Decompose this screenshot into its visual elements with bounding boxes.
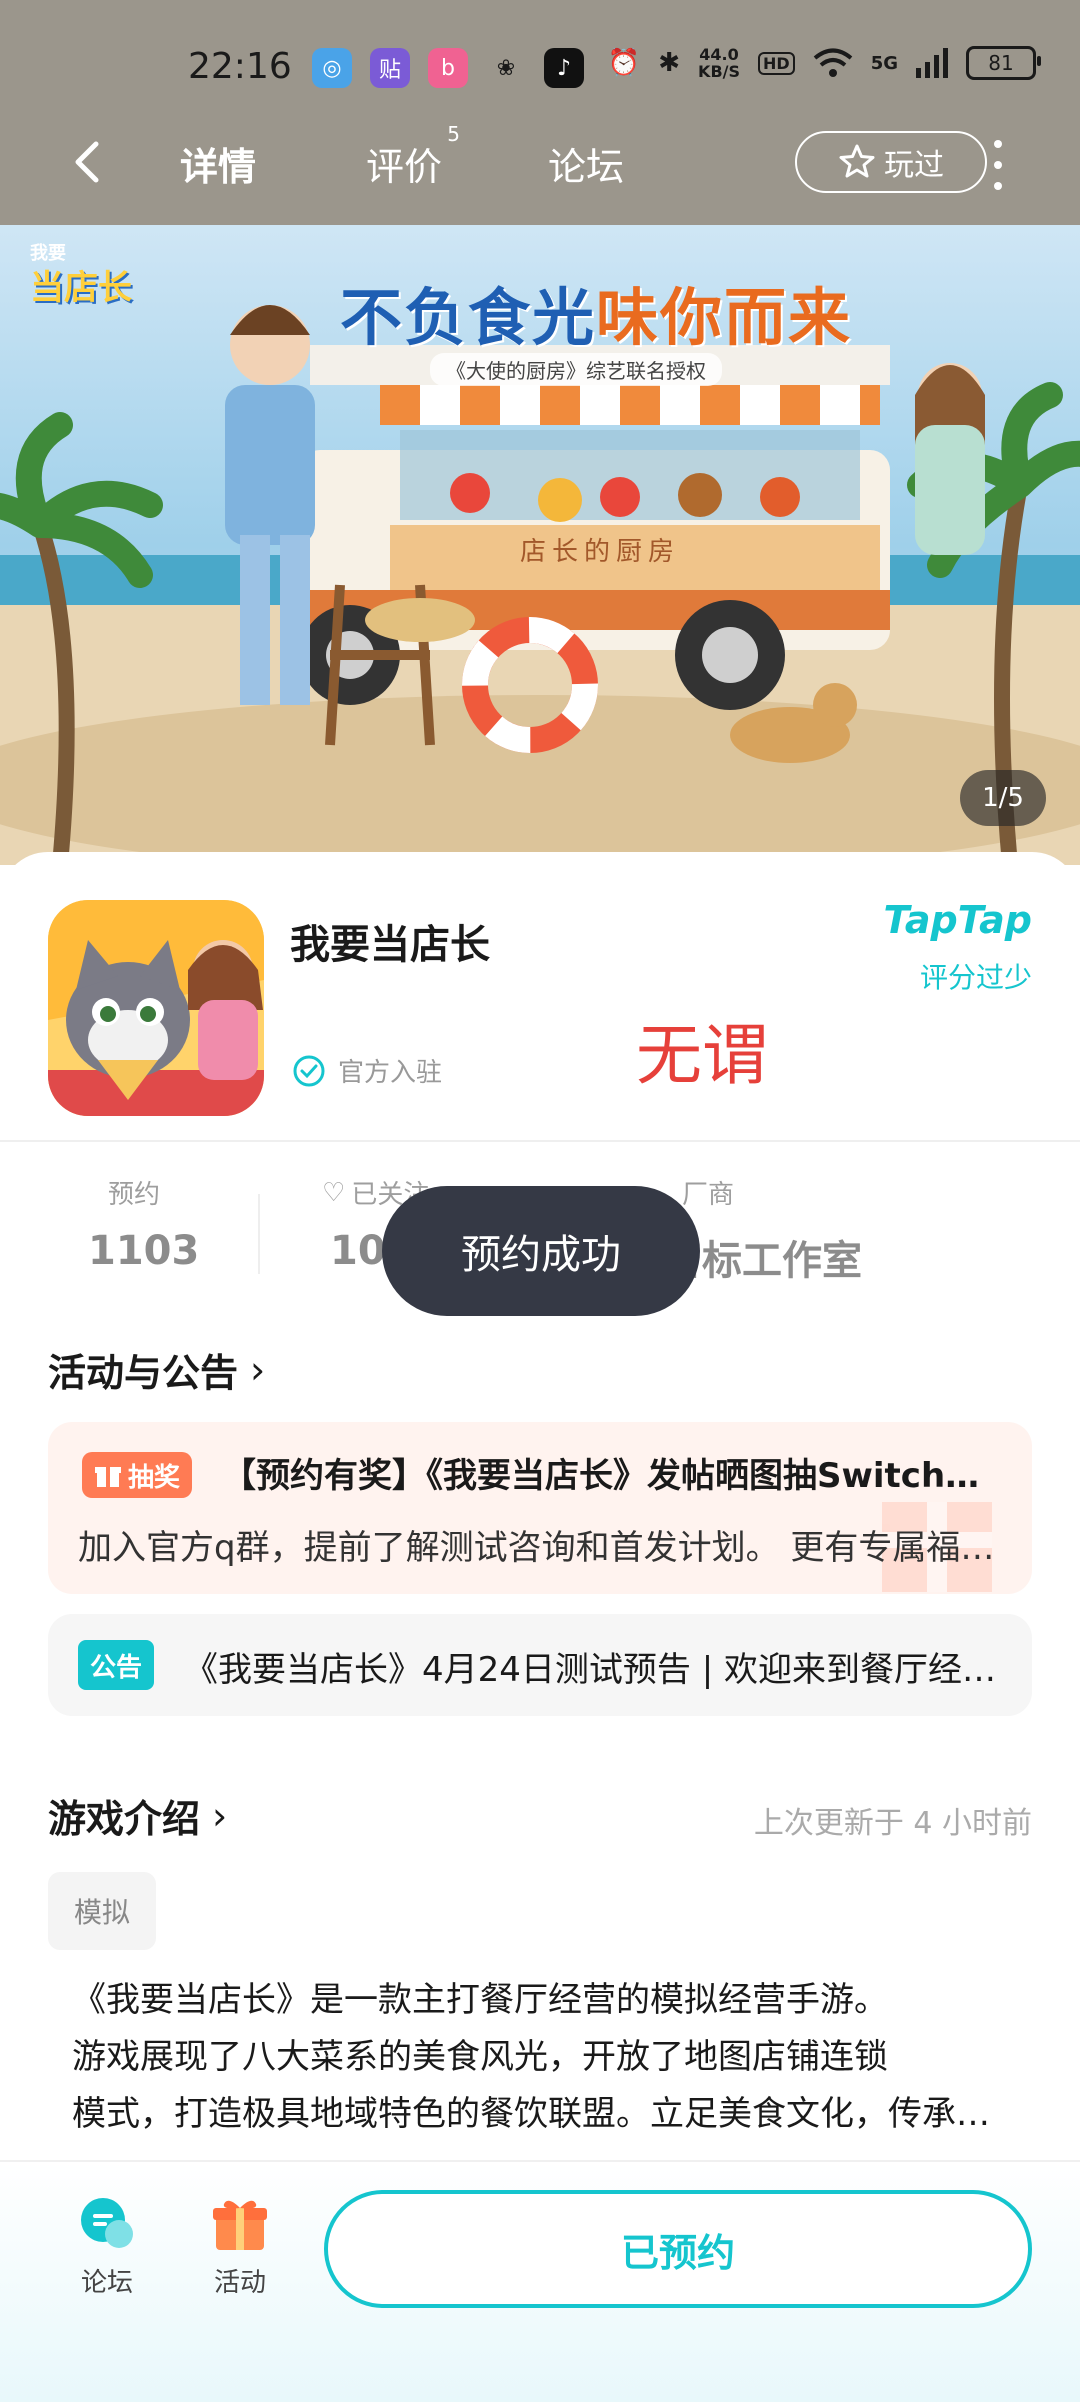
forum-chat-icon xyxy=(81,2198,133,2248)
played-button[interactable]: 玩过 xyxy=(795,131,987,193)
paw-app-icon: ❀ xyxy=(496,55,516,81)
network-speed: 44.0 KB/S xyxy=(698,45,741,81)
signal-icon xyxy=(916,48,948,78)
game-title: 我要当店长 xyxy=(290,922,490,968)
tab-reviews[interactable]: 评价 5 xyxy=(366,122,460,191)
gift-icon xyxy=(95,1467,121,1487)
bluetooth-icon: ✱ xyxy=(658,48,681,78)
tiktok-app-icon: ♪ xyxy=(544,48,584,88)
truck-sign: 店长的厨房 xyxy=(520,537,681,567)
game-description[interactable]: 《我要当店长》是一款主打餐厅经营的模拟经营手游。 游戏展现了八大菜系的美食风光，… xyxy=(72,1972,1012,2143)
chevron-right-icon: › xyxy=(250,1347,266,1392)
tab-forum[interactable]: 论坛 xyxy=(548,136,624,191)
top-nav: 详情 评价 5 论坛 玩过 xyxy=(0,120,1080,210)
stat-separator xyxy=(258,1194,260,1274)
notification-icons: ◎ 贴 b ❀ ♪ xyxy=(312,48,584,88)
alarm-icon: ⏰ xyxy=(607,48,641,78)
star-plus-icon xyxy=(839,144,875,178)
status-time: 22:16 xyxy=(188,46,292,87)
gift-box-icon xyxy=(213,2200,267,2250)
banner-title: 不负食光味你而来 xyxy=(340,281,853,354)
banner-subtitle: 《大使的厨房》综艺联名授权 xyxy=(430,353,722,386)
bilibili-app-icon: b xyxy=(428,48,468,88)
stat-reservations-label: 预约 xyxy=(108,1180,161,1210)
description-line: 《我要当店长》是一款主打餐厅经营的模拟经营手游。 xyxy=(72,1980,888,2020)
heart-icon: ♡ xyxy=(322,1177,346,1208)
last-updated: 上次更新于 4 小时前 xyxy=(753,1806,1032,1841)
description-line: 游戏展现了八大菜系的美食风光，开放了地图店铺连锁 xyxy=(72,2037,888,2077)
signal-label: 5G xyxy=(870,52,898,74)
chevron-right-icon: › xyxy=(212,1793,228,1838)
activities-title: 活动与公告 xyxy=(48,1351,239,1395)
rating-note[interactable]: 评分过少 xyxy=(920,956,1032,996)
reserved-button[interactable]: 已预约 xyxy=(324,2190,1032,2308)
tieba-app-icon: 贴 xyxy=(370,48,410,88)
bottom-activity-button[interactable]: 活动 xyxy=(185,2194,295,2299)
banner-game-logo: 我要 当店长 xyxy=(30,243,132,308)
lottery-title: 【预约有奖】《我要当店长》发帖晒图抽Switch、周边等好礼 xyxy=(222,1456,1012,1496)
tab-details[interactable]: 详情 xyxy=(180,136,256,191)
battery-icon: 81 xyxy=(966,46,1041,80)
toast-message: 预约成功 xyxy=(382,1186,700,1316)
hero-banner[interactable]: 我要 当店长 不负食光味你而来 《大使的厨房》综艺联名授权 店长的厨房 1/5 xyxy=(0,225,1080,865)
notice-card[interactable]: 公告 《我要当店长》4月24日测试预告 | 欢迎来到餐厅经营的世界 xyxy=(48,1614,1032,1716)
genre-tag[interactable]: 模拟 xyxy=(48,1872,157,1950)
official-label: 官方入驻 xyxy=(338,1058,443,1088)
taptap-logo: TapTap xyxy=(883,898,1032,942)
played-label: 玩过 xyxy=(884,148,944,183)
back-arrow-icon[interactable] xyxy=(60,132,120,192)
stat-developer-label: 厂商 xyxy=(682,1180,735,1210)
status-indicators: ⏰ ✱ 44.0 KB/S HD 5G 81 xyxy=(607,45,1041,81)
bottom-forum-button[interactable]: 论坛 xyxy=(52,2194,162,2299)
stat-reservations-value: 1103 xyxy=(88,1228,200,1274)
headset-app-icon: ◎ xyxy=(312,48,352,88)
review-count-badge: 5 xyxy=(447,122,461,146)
intro-section-header[interactable]: 游戏介绍 › xyxy=(48,1788,227,1843)
lottery-description: 加入官方q群，提前了解测试咨询和首发计划。 更有专属福利等你来拿 xyxy=(78,1528,1008,1568)
hd-icon: HD xyxy=(758,51,795,75)
intro-title: 游戏介绍 xyxy=(48,1797,201,1841)
lottery-badge: 抽奖 xyxy=(82,1452,193,1498)
activities-section-header[interactable]: 活动与公告 › xyxy=(48,1342,265,1397)
game-app-icon xyxy=(48,900,264,1116)
verified-check-icon xyxy=(293,1055,325,1086)
notice-badge: 公告 xyxy=(78,1640,155,1690)
more-menu-icon[interactable] xyxy=(978,140,1018,190)
description-line: 模式，打造极具地域特色的餐饮联盟。立足美食文化，传承中华美味 xyxy=(72,2094,1012,2134)
bottom-action-bar: 论坛 活动 已预约 xyxy=(0,2160,1080,2402)
divider xyxy=(0,1140,1080,1142)
official-verified: 官方入驻 xyxy=(292,1052,442,1089)
lottery-activity-card[interactable]: 抽奖 【预约有奖】《我要当店长》发帖晒图抽Switch、周边等好礼 加入官方q群… xyxy=(48,1422,1032,1594)
watermark-text: 无谓 xyxy=(636,1017,768,1094)
wifi-icon xyxy=(813,48,852,77)
activity-label: 活动 xyxy=(213,2268,266,2298)
banner-page-indicator: 1/5 xyxy=(960,770,1046,826)
forum-label: 论坛 xyxy=(80,2268,133,2298)
status-bar: 22:16 ◎ 贴 b ❀ ♪ ⏰ ✱ 44.0 KB/S HD 5G 81 xyxy=(0,0,1080,135)
notice-text: 《我要当店长》4月24日测试预告 | 欢迎来到餐厅经营的世界 xyxy=(184,1650,1004,1690)
